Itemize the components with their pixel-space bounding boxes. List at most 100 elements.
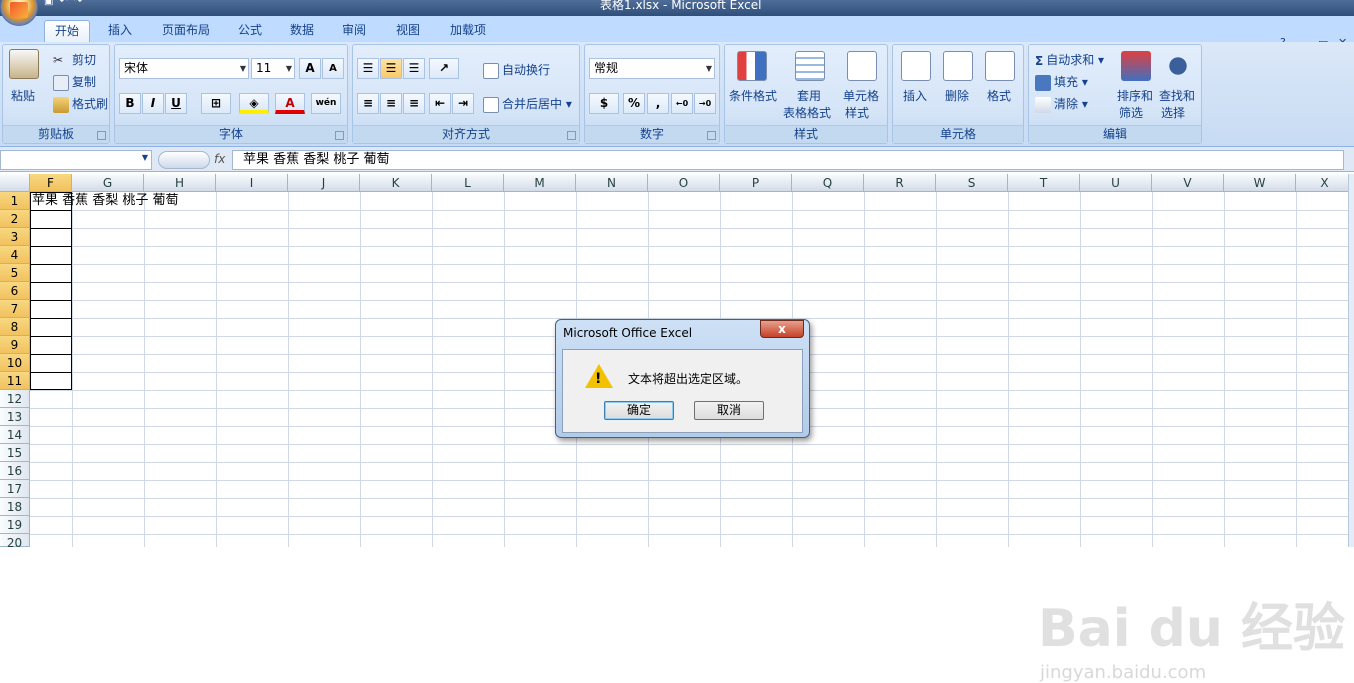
format-painter-button[interactable]: 格式刷 — [53, 95, 108, 113]
tab-insert[interactable]: 插入 — [98, 20, 142, 42]
row-header[interactable]: 12 — [0, 390, 30, 408]
align-middle-button[interactable]: ☰ — [380, 58, 402, 79]
font-size-select[interactable]: 11 ▼ — [251, 58, 295, 79]
find-select-label-2[interactable]: 选择 — [1161, 104, 1185, 121]
grow-font-button[interactable]: A — [299, 58, 321, 79]
tab-view[interactable]: 视图 — [388, 20, 428, 42]
row-header[interactable]: 4 — [0, 246, 30, 264]
column-header[interactable]: I — [216, 174, 288, 192]
insert-function-button[interactable]: fx — [214, 152, 225, 166]
column-header[interactable]: L — [432, 174, 504, 192]
increase-indent-button[interactable]: ⇥ — [452, 93, 474, 114]
row-header[interactable]: 13 — [0, 408, 30, 426]
sort-filter-label-2[interactable]: 筛选 — [1119, 104, 1143, 121]
row-header[interactable]: 15 — [0, 444, 30, 462]
align-bottom-button[interactable]: ☰ — [403, 58, 425, 79]
currency-button[interactable]: $ — [589, 93, 619, 114]
row-header[interactable]: 8 — [0, 318, 30, 336]
ok-button[interactable]: 确定 — [604, 401, 674, 420]
formula-input[interactable]: 苹果 香蕉 香梨 桃子 葡萄 — [232, 150, 1344, 170]
fill-color-button[interactable]: ◈ — [239, 93, 269, 114]
conditional-format-icon[interactable] — [737, 51, 767, 81]
decrease-decimal-button[interactable]: →0 — [694, 93, 716, 114]
clear-button[interactable]: 清除 ▾ — [1035, 95, 1088, 113]
row-header[interactable]: 9 — [0, 336, 30, 354]
column-header[interactable]: S — [936, 174, 1008, 192]
column-header[interactable]: J — [288, 174, 360, 192]
borders-button[interactable]: ⊞ — [201, 93, 231, 114]
row-header[interactable]: 1 — [0, 192, 30, 210]
table-format-label-2[interactable]: 表格格式 — [783, 104, 831, 121]
cut-button[interactable]: ✂ 剪切 — [53, 51, 96, 69]
column-header[interactable]: T — [1008, 174, 1080, 192]
find-select-label-1[interactable]: 查找和 — [1159, 87, 1195, 104]
formula-bar-expand-button[interactable] — [158, 151, 210, 169]
redo-icon[interactable]: ↷ — [74, 0, 82, 7]
row-header[interactable]: 17 — [0, 480, 30, 498]
cell-f1-text[interactable]: 苹果 香蕉 香梨 桃子 葡萄 — [32, 192, 179, 210]
font-launcher-icon[interactable] — [335, 131, 344, 140]
select-all-corner[interactable] — [0, 174, 30, 192]
wrap-text-button[interactable]: 自动换行 — [483, 61, 550, 79]
conditional-format-button[interactable]: 条件格式 — [729, 87, 777, 104]
row-header[interactable]: 6 — [0, 282, 30, 300]
cancel-button[interactable]: 取消 — [694, 401, 764, 420]
paste-icon[interactable] — [9, 49, 39, 79]
name-box[interactable]: ▼ — [0, 150, 152, 170]
align-left-button[interactable]: ≡ — [357, 93, 379, 114]
row-header[interactable]: 16 — [0, 462, 30, 480]
column-header[interactable]: W — [1224, 174, 1296, 192]
column-header[interactable]: V — [1152, 174, 1224, 192]
sort-filter-label-1[interactable]: 排序和 — [1117, 87, 1153, 104]
italic-button[interactable]: I — [142, 93, 164, 114]
paste-button[interactable]: 粘贴 — [11, 87, 35, 104]
row-header[interactable]: 14 — [0, 426, 30, 444]
binoculars-icon[interactable] — [1163, 51, 1193, 81]
tab-data[interactable]: 数据 — [282, 20, 322, 42]
column-header[interactable]: O — [648, 174, 720, 192]
font-name-select[interactable]: 宋体 ▼ — [119, 58, 249, 79]
copy-button[interactable]: 复制 — [53, 73, 96, 91]
row-header[interactable]: 19 — [0, 516, 30, 534]
column-header[interactable]: N — [576, 174, 648, 192]
column-header[interactable]: Q — [792, 174, 864, 192]
row-header[interactable]: 2 — [0, 210, 30, 228]
column-header[interactable]: H — [144, 174, 216, 192]
undo-icon[interactable]: ↶ — [59, 0, 67, 7]
number-launcher-icon[interactable] — [707, 131, 716, 140]
format-cells-button[interactable]: 格式 — [987, 87, 1011, 104]
row-header[interactable]: 5 — [0, 264, 30, 282]
row-header[interactable]: 7 — [0, 300, 30, 318]
dialog-close-button[interactable]: x — [760, 320, 804, 338]
tab-formulas[interactable]: 公式 — [230, 20, 270, 42]
tab-page-layout[interactable]: 页面布局 — [154, 20, 218, 42]
autosum-button[interactable]: Σ 自动求和 ▾ — [1035, 51, 1104, 68]
tab-addins[interactable]: 加载项 — [440, 20, 496, 42]
table-format-icon[interactable] — [795, 51, 825, 81]
clipboard-launcher-icon[interactable] — [97, 131, 106, 140]
row-header[interactable]: 11 — [0, 372, 30, 390]
shrink-font-button[interactable]: A — [322, 58, 344, 79]
selected-range[interactable] — [30, 192, 72, 390]
tab-home[interactable]: 开始 — [44, 20, 90, 42]
comma-button[interactable]: , — [647, 93, 669, 114]
alignment-launcher-icon[interactable] — [567, 131, 576, 140]
underline-button[interactable]: U — [165, 93, 187, 114]
column-header[interactable]: U — [1080, 174, 1152, 192]
column-header[interactable]: M — [504, 174, 576, 192]
format-cells-icon[interactable] — [985, 51, 1015, 81]
align-top-button[interactable]: ☰ — [357, 58, 379, 79]
delete-cells-icon[interactable] — [943, 51, 973, 81]
insert-cells-button[interactable]: 插入 — [903, 87, 927, 104]
fill-button[interactable]: 填充 ▾ — [1035, 73, 1088, 91]
phonetic-button[interactable]: wén — [311, 93, 341, 114]
number-format-select[interactable]: 常规 ▼ — [589, 58, 715, 79]
delete-cells-button[interactable]: 删除 — [945, 87, 969, 104]
column-header[interactable]: P — [720, 174, 792, 192]
vertical-scrollbar[interactable] — [1348, 174, 1354, 547]
percent-button[interactable]: % — [623, 93, 645, 114]
increase-decimal-button[interactable]: ←0 — [671, 93, 693, 114]
save-icon[interactable]: ▣ — [44, 0, 53, 7]
row-header[interactable]: 10 — [0, 354, 30, 372]
row-header[interactable]: 20 — [0, 534, 30, 550]
